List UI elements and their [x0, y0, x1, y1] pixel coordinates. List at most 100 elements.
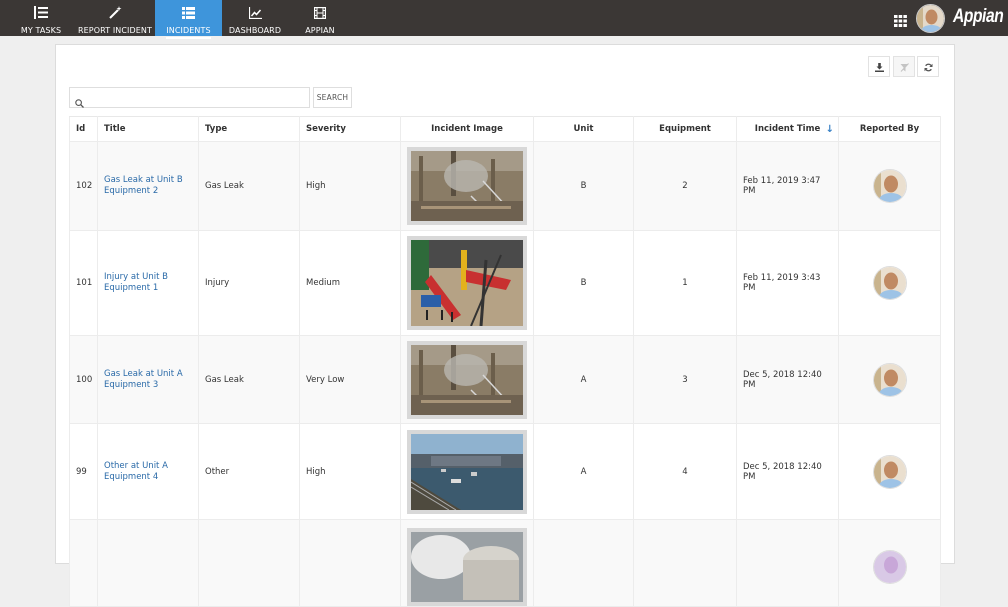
nav-tab-report-incident[interactable]: REPORT INCIDENT [75, 0, 155, 36]
cell-reported-by [838, 141, 941, 231]
film-icon [295, 0, 345, 20]
cell-image [400, 335, 534, 424]
incident-image-collapsed-structure[interactable] [407, 236, 527, 330]
incident-title-link[interactable]: Gas Leak at Unit A Equipment 3 [104, 369, 192, 391]
filter-button[interactable] [893, 56, 915, 77]
reporter-avatar[interactable] [872, 454, 907, 489]
cell-title: Gas Leak at Unit A Equipment 3 [97, 335, 199, 424]
table-row: 101 Injury at Unit B Equipment 1 Injury … [69, 230, 941, 336]
cell-type [198, 519, 300, 607]
cell-severity: Medium [299, 230, 401, 336]
app-launcher-icon[interactable] [894, 12, 907, 27]
incident-image-refinery-smoke[interactable] [407, 147, 527, 225]
search-field [69, 87, 310, 111]
cell-unit [533, 519, 634, 607]
reporter-avatar[interactable] [872, 266, 907, 300]
cell-equipment: 1 [633, 230, 737, 336]
nav-tab-incidents[interactable]: INCIDENTS [155, 0, 222, 39]
nav-tab-dashboard[interactable]: DASHBOARD [225, 0, 285, 36]
cell-image [400, 141, 534, 231]
column-header-equipment[interactable]: Equipment [633, 116, 737, 142]
sort-descending-icon[interactable]: ↓ [826, 124, 834, 135]
search-button[interactable]: SEARCH [313, 87, 352, 108]
cell-image [400, 519, 534, 607]
column-header-reported-by[interactable]: Reported By [838, 116, 941, 142]
refresh-button[interactable] [917, 56, 939, 77]
table-row: 100 Gas Leak at Unit A Equipment 3 Gas L… [69, 335, 941, 424]
column-header-severity[interactable]: Severity [299, 116, 401, 142]
cell-severity [299, 519, 401, 607]
column-header-type[interactable]: Type [198, 116, 300, 142]
filter-icon [900, 57, 909, 76]
nav-tab-label: MY TASKS [20, 26, 62, 35]
nav-tab-label: DASHBOARD [228, 26, 282, 35]
cell-reported-by [838, 519, 941, 607]
cell-incident-time: Dec 5, 2018 12:40 PM [736, 423, 839, 520]
top-navbar: MY TASKS REPORT INCIDENT INCIDENTS DASHB… [0, 0, 1008, 39]
cell-incident-time: Feb 11, 2019 3:47 PM [736, 141, 839, 231]
refresh-icon [924, 57, 933, 76]
reporter-avatar[interactable] [872, 550, 907, 584]
cell-reported-by [838, 335, 941, 424]
cell-type: Other [198, 423, 300, 520]
cell-reported-by [838, 423, 941, 520]
cell-incident-time [736, 519, 839, 607]
column-header-title[interactable]: Title [97, 116, 199, 142]
cell-severity: High [299, 423, 401, 520]
incident-title-link[interactable]: Injury at Unit B Equipment 1 [104, 272, 192, 294]
table-row [69, 519, 941, 607]
nav-tab-label: INCIDENTS [166, 26, 211, 39]
incident-title-link[interactable]: Gas Leak at Unit B Equipment 2 [104, 175, 192, 197]
column-header-label: Incident Time [754, 124, 821, 134]
nav-tab-label: REPORT INCIDENT [77, 26, 152, 35]
incident-title-link[interactable]: Other at Unit A Equipment 4 [104, 461, 192, 483]
cell-image [400, 423, 534, 520]
nav-tab-my-tasks[interactable]: MY TASKS [15, 0, 67, 36]
column-header-unit[interactable]: Unit [533, 116, 634, 142]
magic-wand-icon [75, 0, 155, 19]
nav-tab-label: APPIAN [305, 26, 335, 35]
list-icon [155, 0, 222, 19]
cell-id: 100 [69, 335, 98, 424]
download-button[interactable] [868, 56, 890, 77]
incidents-table: Id Title Type Severity Incident Image Un… [69, 116, 941, 607]
incident-image-tank-smoke[interactable] [407, 528, 527, 606]
cell-equipment: 2 [633, 141, 737, 231]
user-avatar-menu[interactable] [916, 4, 945, 33]
task-list-icon [15, 0, 67, 19]
cell-type: Injury [198, 230, 300, 336]
search-input[interactable] [70, 91, 309, 111]
column-header-incident-image[interactable]: Incident Image [400, 116, 534, 142]
cell-equipment [633, 519, 737, 607]
reporter-avatar[interactable] [872, 169, 907, 203]
cell-unit: B [533, 141, 634, 231]
cell-id: 101 [69, 230, 98, 336]
incident-image-flooded-plant[interactable] [407, 429, 527, 514]
incidents-panel: SEARCH Id Title Type Severity Incident I… [55, 44, 955, 607]
cell-title: Injury at Unit B Equipment 1 [97, 230, 199, 336]
reporter-avatar[interactable] [872, 362, 907, 397]
cell-type: Gas Leak [198, 335, 300, 424]
cell-title: Other at Unit A Equipment 4 [97, 423, 199, 520]
incident-image-refinery-smoke[interactable] [407, 340, 527, 419]
cell-image [400, 230, 534, 336]
cell-reported-by [838, 230, 941, 336]
column-header-id[interactable]: Id [69, 116, 98, 142]
cell-severity: High [299, 141, 401, 231]
cell-equipment: 4 [633, 423, 737, 520]
line-chart-icon [225, 0, 285, 20]
cell-type: Gas Leak [198, 141, 300, 231]
cell-title [97, 519, 199, 607]
cell-equipment: 3 [633, 335, 737, 424]
table-row: 102 Gas Leak at Unit B Equipment 2 Gas L… [69, 141, 941, 231]
nav-tab-appian[interactable]: APPIAN [295, 0, 345, 36]
cell-id [69, 519, 98, 607]
cell-unit: A [533, 423, 634, 520]
appian-logo[interactable]: Appian [953, 6, 1004, 28]
cell-severity: Very Low [299, 335, 401, 424]
cell-unit: A [533, 335, 634, 424]
search-icon [75, 93, 84, 112]
cell-id: 99 [69, 423, 98, 520]
cell-incident-time: Dec 5, 2018 12:40 PM [736, 335, 839, 424]
column-header-incident-time[interactable]: Incident Time ↓ [736, 116, 839, 142]
